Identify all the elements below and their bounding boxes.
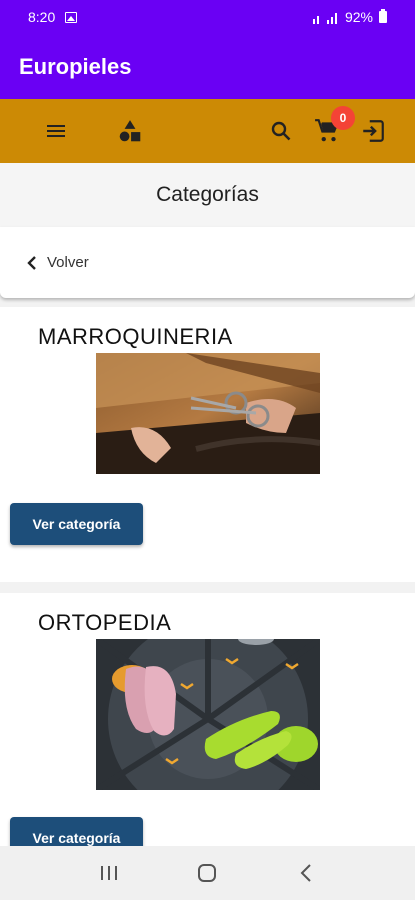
category-card-marroquineria: MARROQUINERIA Ver categoría bbox=[0, 307, 415, 582]
page-title: Categorías bbox=[156, 183, 259, 206]
recent-apps-icon bbox=[101, 866, 118, 880]
system-navigation-bar bbox=[0, 846, 415, 900]
status-bar: 8:20 92% bbox=[0, 0, 415, 34]
category-card-ortopedia: ORTOPEDIA Ver categoría bbox=[0, 593, 415, 846]
toolbar: 0 bbox=[0, 99, 415, 163]
search-icon bbox=[271, 121, 291, 141]
category-image-marroquineria bbox=[96, 353, 320, 474]
home-button[interactable] bbox=[187, 853, 227, 893]
logout-icon bbox=[363, 120, 384, 142]
back-label: Volver bbox=[47, 254, 89, 271]
view-category-button[interactable]: Ver categoría bbox=[10, 817, 143, 846]
image-notification-icon bbox=[65, 11, 78, 23]
categories-button[interactable] bbox=[114, 115, 146, 147]
back-button[interactable]: Volver bbox=[0, 227, 415, 298]
app-bar: Europieles bbox=[0, 34, 415, 99]
battery-percentage: 92% bbox=[344, 9, 373, 25]
chevron-left-icon bbox=[27, 255, 36, 270]
system-back-button[interactable] bbox=[286, 853, 326, 893]
category-image-ortopedia bbox=[96, 639, 320, 790]
category-name: MARROQUINERIA bbox=[38, 324, 233, 349]
wifi-signal-icon bbox=[312, 12, 337, 24]
page-title-bar: Categorías bbox=[0, 163, 415, 227]
app-title: Europieles bbox=[19, 53, 132, 79]
recent-apps-button[interactable] bbox=[89, 853, 129, 893]
cart-button[interactable]: 0 bbox=[311, 106, 355, 147]
category-name: ORTOPEDIA bbox=[38, 610, 172, 635]
menu-button[interactable] bbox=[40, 115, 72, 147]
cart-count-badge: 0 bbox=[331, 106, 355, 130]
home-icon bbox=[198, 864, 217, 882]
status-time: 8:20 bbox=[28, 9, 56, 25]
logout-button[interactable] bbox=[357, 115, 389, 147]
view-category-button[interactable]: Ver categoría bbox=[10, 503, 143, 545]
back-arrow-icon bbox=[300, 864, 311, 882]
search-button[interactable] bbox=[265, 115, 297, 147]
battery-icon bbox=[379, 9, 387, 23]
menu-icon bbox=[47, 125, 65, 137]
categories-shapes-icon bbox=[119, 120, 141, 142]
